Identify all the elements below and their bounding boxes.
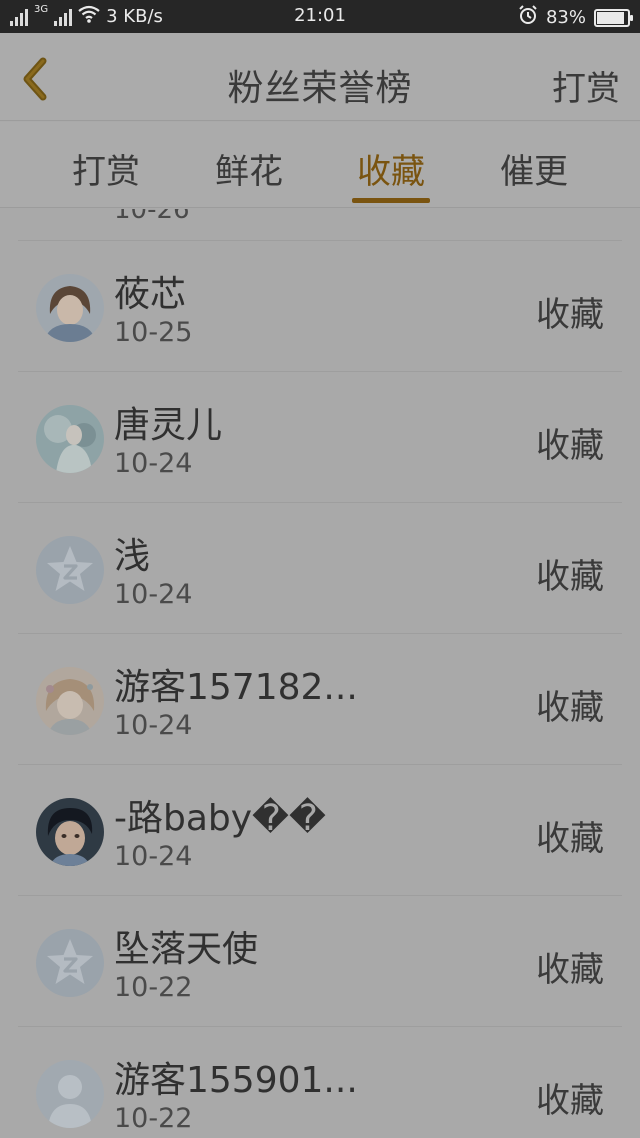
tab-collect[interactable]: 收藏 <box>331 144 451 193</box>
item-action: 收藏 <box>536 557 604 597</box>
person-icon <box>36 1060 104 1128</box>
status-right: 83% <box>518 5 633 30</box>
tab-reward[interactable]: 打赏 <box>46 144 166 193</box>
battery-percent: 83% <box>545 7 586 28</box>
item-action: 收藏 <box>536 295 604 335</box>
item-date: 10-24 <box>114 448 193 479</box>
tab-bar: 打赏 鲜花 收藏 催更 <box>0 122 640 208</box>
star-icon <box>36 536 104 604</box>
avatar[interactable] <box>36 798 104 866</box>
battery-icon <box>594 8 633 27</box>
avatar[interactable] <box>36 1060 104 1128</box>
item-date: 10-24 <box>114 710 193 741</box>
item-date: 10-22 <box>114 972 193 1003</box>
avatar[interactable] <box>36 667 104 735</box>
item-action: 收藏 <box>536 819 604 859</box>
item-name: 莜芯 <box>114 274 187 315</box>
list-item[interactable]: 唐灵儿 10-24 收藏 <box>18 372 622 503</box>
item-name: 游客155901... <box>114 1060 358 1101</box>
list-item[interactable]: 游客155901... 10-22 收藏 <box>18 1027 622 1138</box>
list-item: 10-26 <box>18 209 622 241</box>
item-action: 收藏 <box>536 426 604 466</box>
item-name: 浅 <box>114 536 151 577</box>
tab-flowers[interactable]: 鲜花 <box>189 144 309 193</box>
item-date: 10-25 <box>114 317 193 348</box>
item-name: 坠落天使 <box>114 929 259 970</box>
avatar[interactable] <box>36 405 104 473</box>
tab-urge-update[interactable]: 催更 <box>474 144 594 193</box>
item-action: 收藏 <box>536 688 604 728</box>
item-name: 唐灵儿 <box>114 405 223 446</box>
item-date: 10-22 <box>114 1103 193 1134</box>
list-item[interactable]: 坠落天使 10-22 收藏 <box>18 896 622 1027</box>
item-name: -路baby�� <box>114 798 326 839</box>
list-item[interactable]: 浅 10-24 收藏 <box>18 503 622 634</box>
tab-indicator <box>352 198 430 203</box>
header: 粉丝荣誉榜 打赏 <box>0 33 640 121</box>
item-date: 10-24 <box>114 579 193 610</box>
list-item[interactable]: 莜芯 10-25 收藏 <box>18 241 622 372</box>
item-date: 10-26 <box>114 209 190 225</box>
item-action: 收藏 <box>536 950 604 990</box>
item-name: 游客157182... <box>114 667 358 708</box>
list-item[interactable]: -路baby�� 10-24 收藏 <box>18 765 622 896</box>
status-bar: 3G 3 KB/s 21:01 83% <box>0 0 640 33</box>
avatar[interactable] <box>36 274 104 342</box>
avatar[interactable] <box>36 536 104 604</box>
item-action: 收藏 <box>536 1081 604 1121</box>
item-date: 10-24 <box>114 841 193 872</box>
avatar[interactable] <box>36 929 104 997</box>
star-icon <box>36 929 104 997</box>
reward-button[interactable]: 打赏 <box>552 61 620 110</box>
fan-list[interactable]: 10-26 莜芯 10-25 收藏 唐灵儿 10-24 收藏 浅 10-24 收… <box>18 209 622 1138</box>
list-item[interactable]: 游客157182... 10-24 收藏 <box>18 634 622 765</box>
page-title: 粉丝荣誉榜 <box>227 68 413 109</box>
alarm-icon <box>518 5 538 30</box>
